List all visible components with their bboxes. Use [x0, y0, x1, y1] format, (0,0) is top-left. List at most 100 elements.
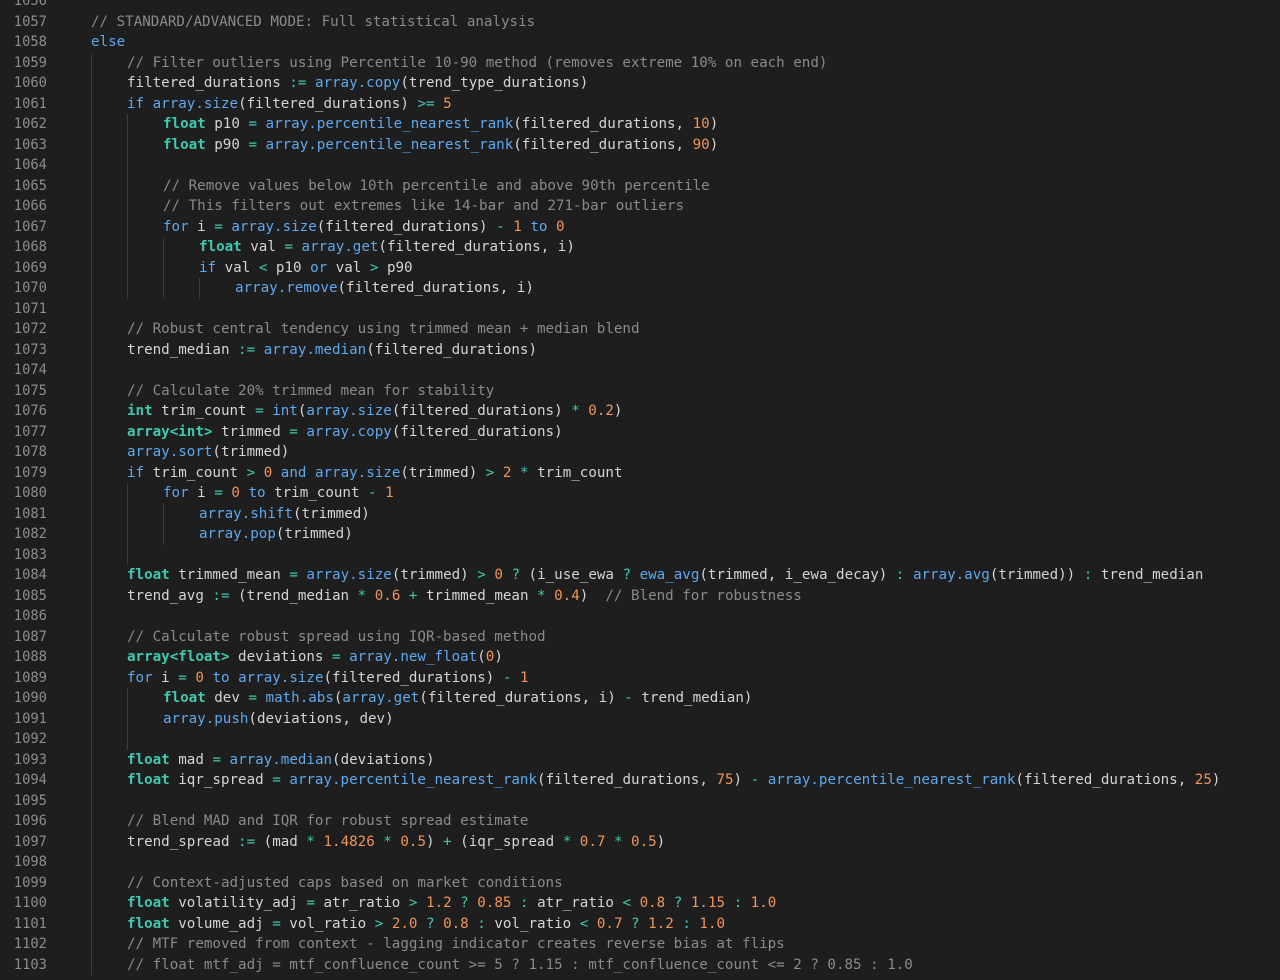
operator-token: : [733, 895, 743, 911]
text-token: vol_ratio [485, 915, 580, 932]
code-line[interactable]: 1096 // Blend MAD and IQR for robust spre… [0, 811, 1280, 832]
code-line[interactable]: 1066 // This filters out extremes like 14… [0, 196, 1280, 217]
code-line[interactable]: 1097 trend_spread := (mad * 1.4826 * 0.5)… [0, 831, 1280, 852]
function-token: array.size [152, 95, 239, 112]
line-number: 1056 [13, 0, 47, 9]
code-line[interactable]: 1090 float dev = math.abs(array.get(filte… [0, 688, 1280, 709]
code-line[interactable]: 1080 for i = 0 to trim_count - 1 [0, 483, 1280, 504]
code-line[interactable]: 1095 [0, 790, 1280, 811]
keyword-token: to [530, 218, 548, 235]
indent-guide [91, 872, 92, 893]
number-token: 0.85 [477, 895, 512, 911]
function-token: array.percentile_nearest_rank [767, 772, 1016, 788]
line-number: 1091 [13, 710, 47, 727]
line-number: 1073 [13, 341, 47, 358]
code-text: float dev = math.abs(array.get(filtered_… [163, 688, 752, 709]
indent-guide [127, 196, 128, 217]
code-line[interactable]: 1082 array.pop(trimmed) [0, 524, 1280, 545]
code-line[interactable]: 1071 [0, 298, 1280, 319]
text-token: p90 [378, 259, 413, 276]
code-editor[interactable]: 1056 1057 // STANDARD/ADVANCED MODE: Full … [0, 0, 1280, 980]
code-line[interactable]: 1089 for i = 0 to array.size(filtered_dur… [0, 667, 1280, 689]
text-token: (trimmed)) [989, 567, 1084, 583]
code-line[interactable]: 1079 if trim_count > 0 and array.size(tri… [0, 462, 1280, 483]
code-line[interactable]: 1078 array.sort(trimmed) [0, 442, 1280, 463]
text-token: trimmed_mean [417, 587, 538, 604]
code-line[interactable]: 1086 [0, 606, 1280, 627]
code-line[interactable]: 1057 // STANDARD/ADVANCED MODE: Full stat… [0, 12, 1280, 33]
number-token: 0 [555, 218, 565, 235]
code-line[interactable]: 1092 [0, 729, 1280, 750]
code-line[interactable]: 1084 float trimmed_mean = array.size(trim… [0, 565, 1280, 586]
code-line[interactable]: 1060 filtered_durations := array.copy(tre… [0, 73, 1280, 94]
operator-token: * [357, 587, 367, 604]
type-token: float [127, 567, 170, 583]
indent-guide [127, 483, 128, 504]
text-token: trimmed_mean [169, 567, 290, 583]
comment-token: // Calculate robust spread using IQR-bas… [127, 628, 546, 645]
code-line[interactable]: 1059 // Filter outliers using Percentile … [0, 52, 1280, 73]
code-line[interactable]: 1061 if array.size(filtered_durations) >=… [0, 93, 1280, 114]
indent-guide [91, 565, 92, 586]
code-line[interactable]: 1076 int trim_count = int(array.size(filt… [0, 401, 1280, 422]
code-line[interactable]: 1062 float p10 = array.percentile_nearest… [0, 114, 1280, 135]
text-token: ) [709, 136, 719, 153]
line-number: 1061 [13, 95, 47, 112]
operator-token: ? [426, 915, 435, 932]
line-number: 1067 [13, 218, 47, 235]
code-line[interactable]: 1100 float volatility_adj = atr_ratio > 1… [0, 893, 1280, 914]
code-line[interactable]: 1094 float iqr_spread = array.percentile_… [0, 770, 1280, 791]
function-token: array.size [306, 403, 392, 419]
code-text: for i = 0 to array.size(filtered_duratio… [127, 668, 529, 689]
code-line[interactable]: 1087 // Calculate robust spread using IQR… [0, 626, 1280, 647]
code-line[interactable]: 1068 float val = array.get(filtered_durat… [0, 237, 1280, 258]
operator-token: = [306, 895, 315, 911]
code-line[interactable]: 1058 else [0, 32, 1280, 53]
code-line[interactable]: 1064 [0, 155, 1280, 176]
code-line[interactable]: 1081 array.shift(trimmed) [0, 503, 1280, 524]
type-token: float [199, 239, 242, 255]
code-line[interactable]: 1065 // Remove values below 10th percenti… [0, 175, 1280, 196]
operator-token: ? [460, 895, 469, 911]
text-token: p10 [205, 116, 249, 132]
code-line[interactable]: 1077 array<int> trimmed = array.copy(filt… [0, 421, 1280, 442]
indent-guide [91, 831, 92, 852]
indent-guide [91, 626, 92, 647]
number-token: 75 [716, 772, 734, 788]
code-line[interactable]: 1073 trend_median := array.median(filtere… [0, 339, 1280, 360]
text-token: iqr_spread [169, 772, 273, 788]
indent-guide [91, 893, 92, 914]
code-line[interactable]: 1099 // Context-adjusted caps based on ma… [0, 872, 1280, 893]
code-line[interactable]: 1056 [0, 0, 1280, 12]
comment-token: // Calculate 20% trimmed mean for stabil… [127, 382, 495, 399]
code-line[interactable]: 1083 [0, 544, 1280, 565]
text-token: (filtered_durations, i) [419, 690, 625, 706]
code-line[interactable]: 1101 float volume_adj = vol_ratio > 2.0 ?… [0, 913, 1280, 934]
code-line[interactable]: 1088 array<float> deviations = array.new_… [0, 647, 1280, 668]
code-line[interactable]: 1075 // Calculate 20% trimmed mean for st… [0, 380, 1280, 401]
code-line[interactable]: 1093 float mad = array.median(deviations) [0, 749, 1280, 770]
code-line[interactable]: 1069 if val < p10 or val > p90 [0, 257, 1280, 278]
operator-token: : [477, 915, 486, 932]
code-line[interactable]: 1085 trend_avg := (trend_median * 0.6 + t… [0, 585, 1280, 606]
code-line[interactable]: 1074 [0, 360, 1280, 381]
code-line[interactable]: 1091 array.push(deviations, dev) [0, 708, 1280, 729]
code-line[interactable]: 1063 float p90 = array.percentile_nearest… [0, 134, 1280, 155]
indent-guide [163, 278, 164, 299]
code-line[interactable]: 1067 for i = array.size(filtered_duration… [0, 216, 1280, 237]
text-token: (filtered_durations, i) [337, 280, 534, 296]
code-line[interactable]: 1070 array.remove(filtered_durations, i) [0, 278, 1280, 299]
code-line[interactable]: 1098 [0, 852, 1280, 873]
text-token: (filtered_durations) [323, 669, 503, 686]
code-line[interactable]: 1072 // Robust central tendency using tri… [0, 319, 1280, 340]
indent-guide [91, 790, 92, 811]
number-token: 1.2 [648, 915, 674, 932]
code-line[interactable]: 1102 // MTF removed from context - laggin… [0, 934, 1280, 955]
keyword-token: if [127, 95, 145, 112]
code-line[interactable]: 1103 // float mtf_adj = mtf_confluence_co… [0, 954, 1280, 975]
